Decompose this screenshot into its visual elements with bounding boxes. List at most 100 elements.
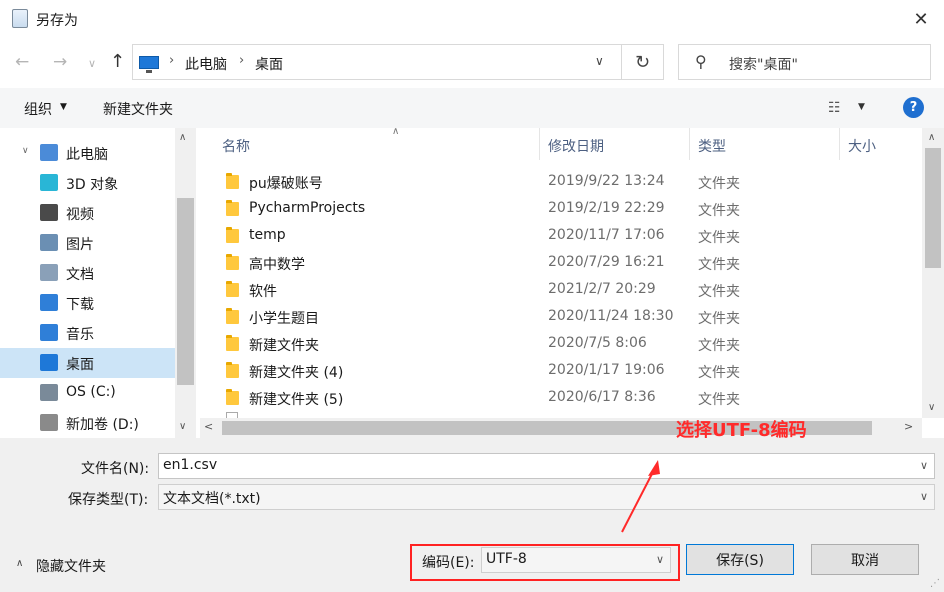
address-dropdown-chevron-icon[interactable]: ∨	[595, 54, 604, 68]
file-row[interactable]: 高中数学 2020/7/29 16:21 文件夹	[196, 250, 918, 277]
folder-icon	[226, 173, 239, 189]
sidebar-item[interactable]: 文档	[0, 258, 175, 288]
help-icon[interactable]: ?	[903, 97, 924, 118]
music-icon	[40, 324, 58, 341]
refresh-button[interactable]: ↻	[622, 44, 664, 80]
caret-down-icon[interactable]: ▼	[858, 102, 865, 112]
resize-grip-icon[interactable]: ⋰	[930, 578, 940, 589]
scroll-left-icon[interactable]: <	[204, 420, 213, 433]
search-input[interactable]: ⚲ 搜索"桌面"	[678, 44, 931, 80]
sidebar-scrollbar[interactable]: ∧ ∨	[175, 128, 196, 438]
sidebar-item-label: 视频	[66, 207, 94, 223]
folder-icon	[226, 281, 239, 297]
chevron-up-icon[interactable]: ∧	[16, 558, 23, 569]
file-row[interactable]: PycharmProjects 2019/2/19 22:29 文件夹	[196, 196, 918, 223]
scroll-down-icon[interactable]: ∨	[179, 421, 186, 432]
encoding-select[interactable]: UTF-8 ∨	[481, 547, 671, 573]
sidebar-item[interactable]: 新加卷 (D:)	[0, 408, 175, 438]
file-row[interactable]: 新建文件夹 (4) 2020/1/17 19:06 文件夹	[196, 358, 918, 385]
filename-value: en1.csv	[163, 457, 218, 473]
chevron-down-icon[interactable]: ∨	[920, 490, 928, 503]
drive-d-icon	[40, 414, 58, 431]
organize-menu-button[interactable]: 组织	[24, 99, 52, 119]
file-row[interactable]: temp 2020/11/7 17:06 文件夹	[196, 223, 918, 250]
scroll-down-icon[interactable]: ∨	[928, 402, 935, 413]
sidebar-item[interactable]: OS (C:)	[0, 378, 175, 408]
sidebar-item[interactable]: 3D 对象	[0, 168, 175, 198]
new-folder-button[interactable]: 新建文件夹	[103, 99, 173, 119]
file-list-horizontal-scrollbar[interactable]: < >	[200, 418, 922, 438]
drive-c-icon	[40, 384, 58, 401]
sidebar-item[interactable]: 视频	[0, 198, 175, 228]
navigation-bar: ← → ∨ ↑ › 此电脑 › 桌面 ∨ ↻ ⚲ 搜索"桌面"	[0, 38, 944, 88]
filename-field[interactable]: en1.csv ∨	[158, 453, 935, 479]
cancel-button[interactable]: 取消	[811, 544, 919, 575]
view-options-icon[interactable]: ☷	[828, 100, 841, 116]
folder-icon	[226, 389, 239, 405]
file-type: 文件夹	[698, 365, 740, 381]
file-date: 2020/11/24 18:30	[548, 308, 674, 324]
column-header-type[interactable]: 类型	[690, 128, 840, 160]
folder-icon	[226, 335, 239, 351]
chevron-down-icon[interactable]: ∨	[656, 553, 664, 566]
command-toolbar: 组织 ▼ 新建文件夹 ☷ ▼ ?	[0, 88, 944, 128]
back-arrow-icon[interactable]: ←	[15, 52, 29, 72]
forward-arrow-icon[interactable]: →	[53, 52, 67, 72]
file-name: PycharmProjects	[249, 200, 366, 216]
file-type: 文件夹	[698, 203, 740, 219]
scroll-right-icon[interactable]: >	[904, 420, 913, 433]
annotation-label: 选择UTF-8编码	[676, 420, 807, 441]
folder-icon	[226, 308, 239, 324]
up-arrow-icon[interactable]: ↑	[110, 51, 125, 72]
column-header-name[interactable]: 名称 ∧	[214, 126, 540, 160]
sidebar-item[interactable]: 桌面	[0, 348, 175, 378]
sidebar-scroll-thumb[interactable]	[177, 198, 194, 385]
address-bar[interactable]: › 此电脑 › 桌面 ∨	[132, 44, 622, 80]
filetype-value: 文本文档(*.txt)	[163, 491, 261, 507]
file-type: 文件夹	[698, 284, 740, 300]
close-button[interactable]: ✕	[898, 0, 944, 38]
sidebar-item-label: 桌面	[66, 357, 94, 373]
file-row[interactable]: 软件 2021/2/7 20:29 文件夹	[196, 277, 918, 304]
breadcrumb-separator-icon[interactable]: ›	[169, 53, 174, 68]
window-title: 另存为	[36, 13, 78, 29]
file-date: 2021/2/7 20:29	[548, 281, 656, 297]
sidebar-item[interactable]: 下载	[0, 288, 175, 318]
recent-locations-chevron-icon[interactable]: ∨	[88, 57, 96, 70]
file-date: 2020/1/17 19:06	[548, 362, 665, 378]
file-type: 文件夹	[698, 338, 740, 354]
file-list-vertical-scrollbar[interactable]: ∧ ∨	[922, 128, 944, 418]
sidebar-item-label: 新加卷 (D:)	[66, 417, 139, 433]
sidebar-item-label: 音乐	[66, 327, 94, 343]
chevron-down-icon[interactable]: ∨	[920, 459, 928, 472]
hide-folders-toggle[interactable]: 隐藏文件夹	[36, 556, 106, 576]
sidebar-item[interactable]: 图片	[0, 228, 175, 258]
sidebar-item[interactable]: 音乐	[0, 318, 175, 348]
picture-icon	[40, 234, 58, 251]
breadcrumb-this-pc[interactable]: 此电脑	[185, 54, 227, 74]
folder-icon	[226, 200, 239, 216]
filetype-select[interactable]: 文本文档(*.txt) ∨	[158, 484, 935, 510]
file-row[interactable]: pu爆破账号 2019/9/22 13:24 文件夹	[196, 169, 918, 196]
sidebar-item-label: OS (C:)	[66, 384, 116, 400]
column-header-size[interactable]: 大小	[840, 128, 922, 160]
file-row[interactable]: 新建文件夹 2020/7/5 8:06 文件夹	[196, 331, 918, 358]
file-type: 文件夹	[698, 311, 740, 327]
sidebar-item[interactable]: ∨ 此电脑	[0, 138, 175, 168]
file-row[interactable]: 小学生题目 2020/11/24 18:30 文件夹	[196, 304, 918, 331]
file-name: pu爆破账号	[249, 176, 323, 192]
save-button[interactable]: 保存(S)	[686, 544, 794, 575]
desktop-icon	[40, 354, 58, 371]
caret-down-icon[interactable]: ▼	[60, 102, 67, 112]
file-name: 新建文件夹	[249, 338, 319, 354]
vertical-scroll-thumb[interactable]	[925, 148, 941, 268]
column-header-date[interactable]: 修改日期	[540, 128, 690, 160]
breadcrumb-separator-icon[interactable]: ›	[239, 53, 244, 68]
title-bar: 另存为 ✕	[0, 0, 944, 38]
file-row[interactable]: 新建文件夹 (5) 2020/6/17 8:36 文件夹	[196, 385, 918, 412]
file-type: 文件夹	[698, 392, 740, 408]
scroll-up-icon[interactable]: ∧	[928, 132, 935, 143]
expand-chevron-icon[interactable]: ∨	[22, 146, 29, 156]
breadcrumb-desktop[interactable]: 桌面	[255, 54, 283, 74]
scroll-up-icon[interactable]: ∧	[179, 132, 186, 143]
